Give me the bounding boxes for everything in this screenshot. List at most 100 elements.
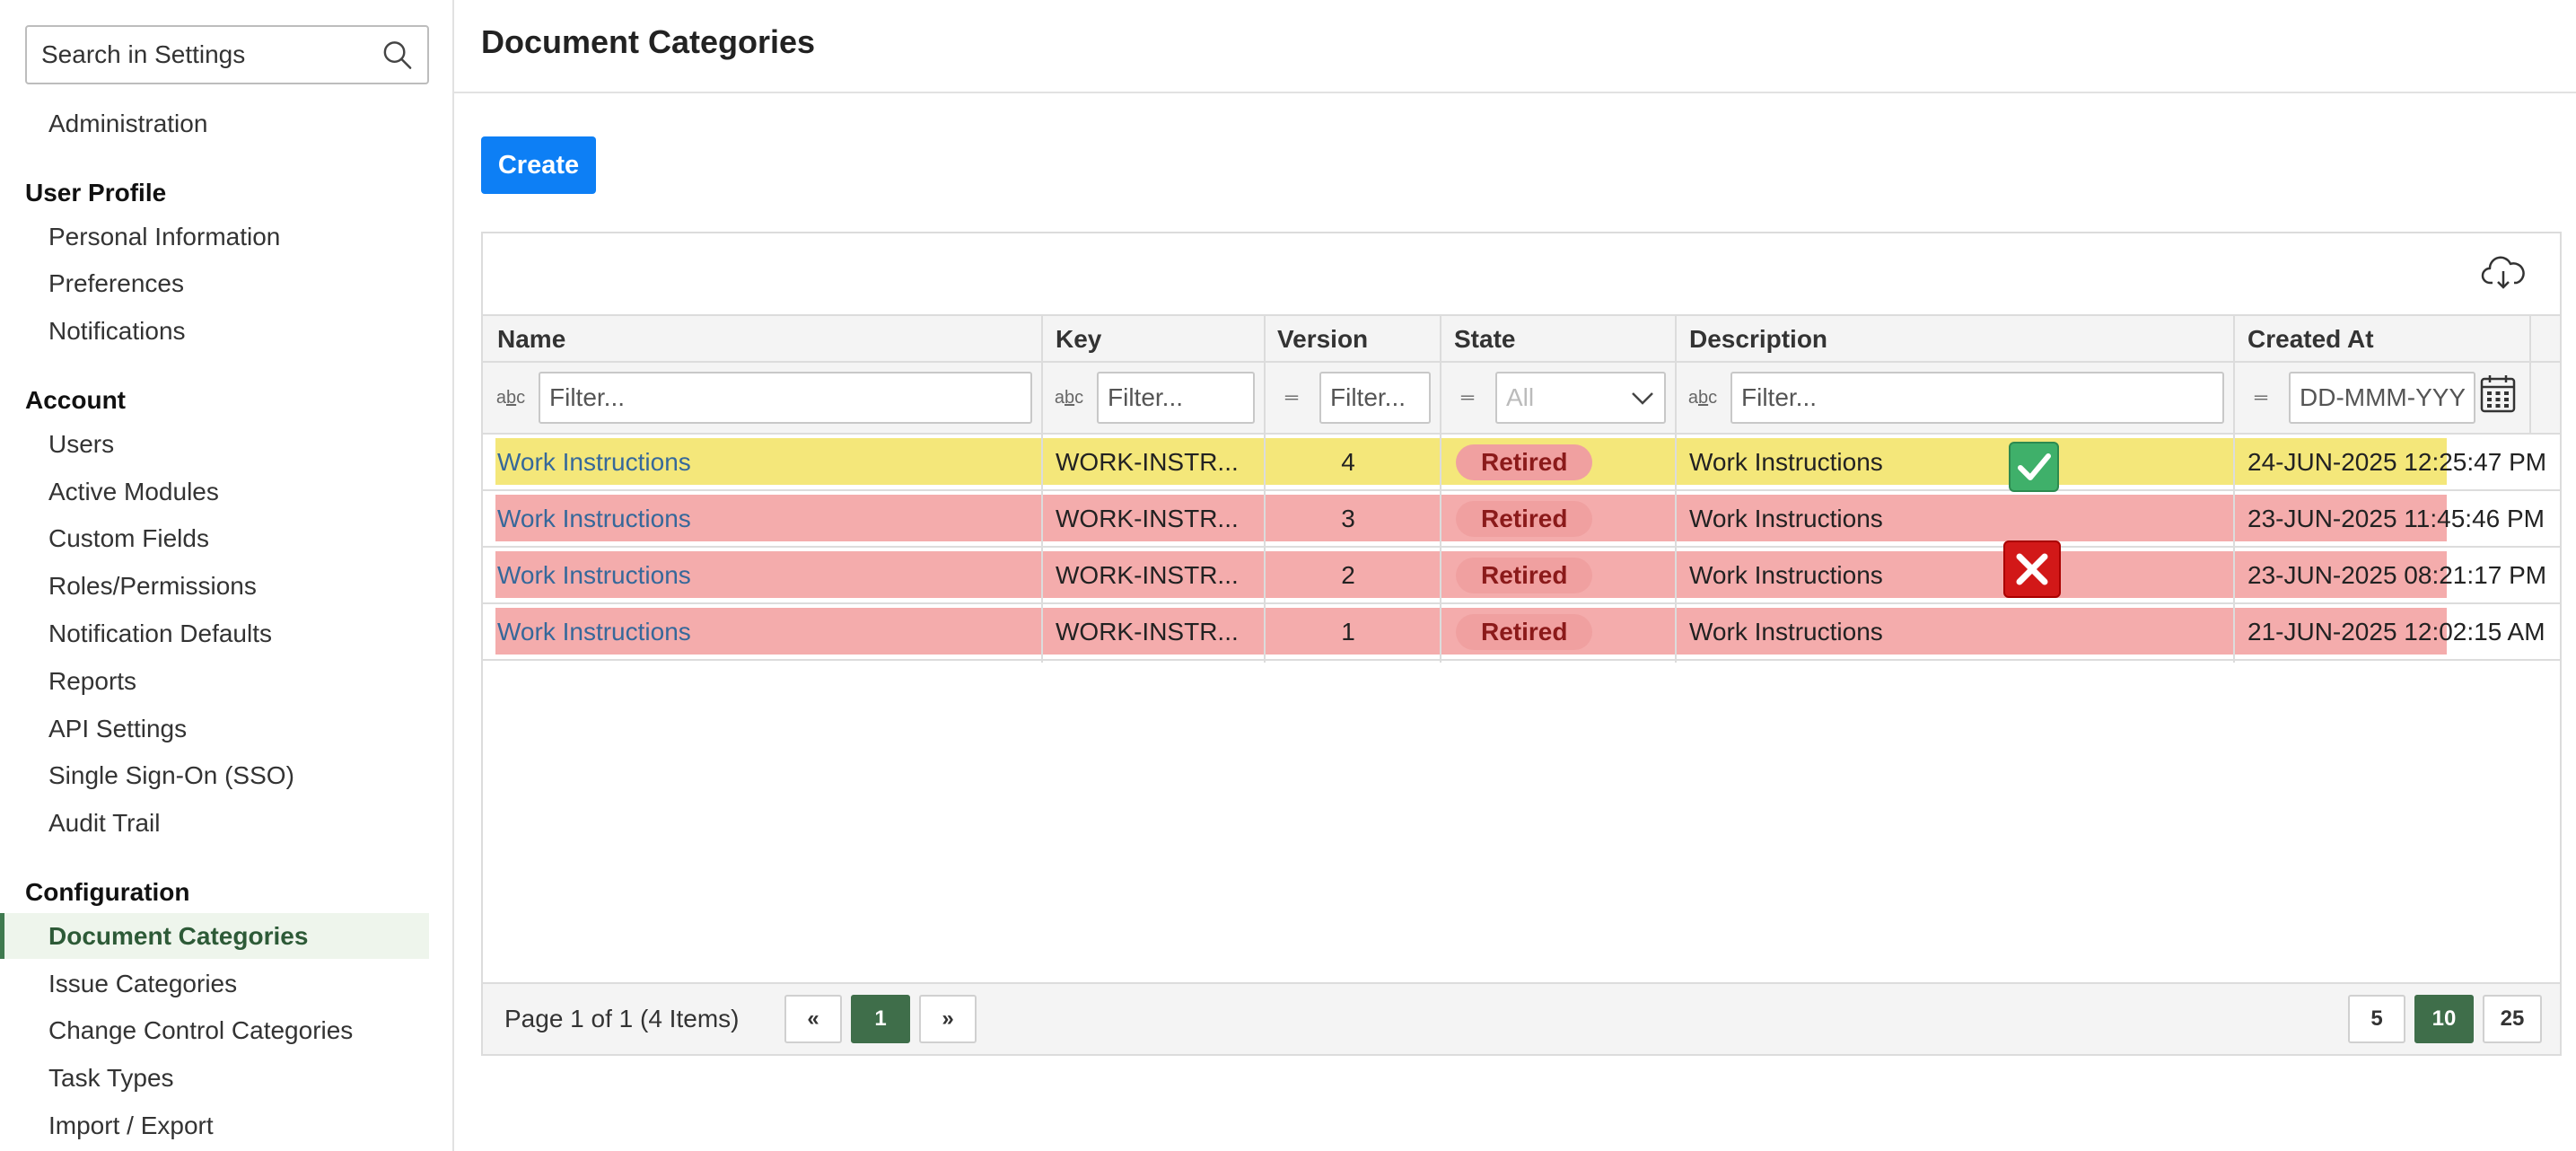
sidebar-item-audit-trail[interactable]: Audit Trail <box>48 801 161 846</box>
table-row[interactable]: Work Instructions WORK-INSTR... 2 Retire… <box>483 548 2560 604</box>
page-size-5-button[interactable]: 5 <box>2348 995 2405 1043</box>
row-key: WORK-INSTR... <box>1056 505 1239 532</box>
equals-filter-glyph: ═ <box>1284 387 1299 408</box>
text-filter-icon[interactable]: abc <box>495 382 526 413</box>
sidebar-section-user-profile: User Profile <box>25 179 167 206</box>
table-row[interactable]: Work Instructions WORK-INSTR... 3 Retire… <box>483 491 2560 548</box>
sidebar-item-issue-categories[interactable]: Issue Categories <box>48 962 237 1006</box>
sidebar-item-import-export[interactable]: Import / Export <box>48 1103 214 1148</box>
column-divider <box>1440 314 1441 663</box>
state-filter-value: All <box>1506 383 1535 411</box>
row-description: Work Instructions <box>1689 561 1883 589</box>
prev-page-button[interactable]: « <box>784 995 842 1043</box>
equals-filter-glyph: ═ <box>2254 387 2268 408</box>
column-header-description[interactable]: Description <box>1689 316 1827 363</box>
document-categories-table: Name Key Version State Description Creat… <box>481 232 2562 1056</box>
page-header: Document Categories <box>454 0 2576 93</box>
settings-search-box[interactable] <box>25 25 429 84</box>
row-key: WORK-INSTR... <box>1056 448 1239 476</box>
text-filter-glyph: abc <box>1054 387 1084 408</box>
page-title: Document Categories <box>481 23 816 60</box>
text-filter-glyph: abc <box>1687 387 1718 408</box>
row-description: Work Instructions <box>1689 618 1883 646</box>
sidebar-item-notification-defaults[interactable]: Notification Defaults <box>48 611 272 656</box>
sidebar-item-api-settings[interactable]: API Settings <box>48 707 187 751</box>
cross-mark-icon <box>2003 540 2061 598</box>
page-1-button[interactable]: 1 <box>851 995 910 1043</box>
table-row[interactable]: Work Instructions WORK-INSTR... 4 Retire… <box>483 435 2560 491</box>
sidebar-item-administration[interactable]: Administration <box>48 101 207 146</box>
check-mark-icon <box>2009 442 2059 492</box>
row-key: WORK-INSTR... <box>1056 561 1239 589</box>
row-name-link[interactable]: Work Instructions <box>497 604 1036 659</box>
search-icon[interactable] <box>380 37 415 73</box>
column-divider <box>2233 314 2235 663</box>
sidebar-item-roles-permissions[interactable]: Roles/Permissions <box>48 564 257 609</box>
equals-filter-glyph: ═ <box>1460 387 1475 408</box>
version-filter-input[interactable] <box>1319 372 1431 424</box>
column-header-version[interactable]: Version <box>1277 316 1368 363</box>
sidebar-item-change-control-categories[interactable]: Change Control Categories <box>48 1008 353 1053</box>
next-page-button[interactable]: » <box>919 995 977 1043</box>
state-badge: Retired <box>1456 614 1593 650</box>
description-filter-input[interactable] <box>1730 372 2224 424</box>
text-filter-glyph: abc <box>495 387 526 408</box>
cloud-download-icon[interactable] <box>2481 253 2526 293</box>
row-created-at: 21-JUN-2025 12:02:15 AM <box>2247 618 2545 646</box>
row-name-link[interactable]: Work Instructions <box>497 435 1036 489</box>
table-header-row: Name Key Version State Description Creat… <box>483 314 2560 363</box>
state-badge: Retired <box>1456 501 1593 537</box>
sidebar-item-notifications[interactable]: Notifications <box>48 309 186 354</box>
sidebar-item-task-types[interactable]: Task Types <box>48 1056 174 1101</box>
sidebar-item-document-categories[interactable]: Document Categories <box>48 914 308 959</box>
text-filter-icon[interactable]: abc <box>1687 382 1718 413</box>
table-row[interactable]: Work Instructions WORK-INSTR... 1 Retire… <box>483 604 2560 661</box>
sidebar-item-users[interactable]: Users <box>48 422 114 467</box>
sidebar-item-active-modules[interactable]: Active Modules <box>48 470 219 514</box>
text-filter-icon[interactable]: abc <box>1054 382 1084 413</box>
sidebar-item-reports[interactable]: Reports <box>48 659 136 704</box>
column-header-key[interactable]: Key <box>1056 316 1101 363</box>
row-version: 4 <box>1341 448 1355 476</box>
row-created-at: 24-JUN-2025 12:25:47 PM <box>2247 448 2547 476</box>
equals-filter-icon[interactable]: ═ <box>1276 382 1307 413</box>
row-created-at: 23-JUN-2025 11:45:46 PM <box>2247 505 2545 532</box>
page-size-10-button[interactable]: 10 <box>2414 995 2474 1043</box>
row-key: WORK-INSTR... <box>1056 618 1239 646</box>
row-version: 3 <box>1341 505 1355 532</box>
row-version: 1 <box>1341 618 1355 646</box>
calendar-icon[interactable] <box>2479 373 2517 415</box>
equals-filter-icon[interactable]: ═ <box>2246 382 2276 413</box>
page-size-25-button[interactable]: 25 <box>2483 995 2542 1043</box>
name-filter-input[interactable] <box>539 372 1032 424</box>
state-filter-select[interactable]: All <box>1495 372 1666 424</box>
state-badge: Retired <box>1456 444 1593 480</box>
sidebar-section-account: Account <box>25 386 126 414</box>
created-at-filter-input[interactable] <box>2289 372 2475 424</box>
sidebar-item-custom-fields[interactable]: Custom Fields <box>48 516 209 561</box>
pagination-info: Page 1 of 1 (4 Items) <box>504 1005 740 1032</box>
column-header-state[interactable]: State <box>1454 316 1515 363</box>
key-filter-input[interactable] <box>1097 372 1255 424</box>
column-divider <box>1264 314 1266 663</box>
settings-search-input[interactable] <box>27 27 380 83</box>
column-divider <box>1675 314 1677 663</box>
row-description: Work Instructions <box>1689 448 1883 476</box>
row-description: Work Instructions <box>1689 505 1883 532</box>
column-divider <box>2529 314 2531 435</box>
row-name-link[interactable]: Work Instructions <box>497 491 1036 546</box>
row-name-link[interactable]: Work Instructions <box>497 548 1036 602</box>
table-filter-row: abc abc ═ ═ All abc ═ <box>483 363 2560 435</box>
column-header-name[interactable]: Name <box>497 316 565 363</box>
data-grid: Name Key Version State Description Creat… <box>483 314 2560 892</box>
equals-filter-icon[interactable]: ═ <box>1452 382 1483 413</box>
sidebar-item-sso[interactable]: Single Sign-On (SSO) <box>48 753 294 798</box>
pagination-bar: Page 1 of 1 (4 Items) « 1 » 5 10 25 <box>483 982 2560 1054</box>
column-header-created-at[interactable]: Created At <box>2247 316 2374 363</box>
create-button[interactable]: Create <box>481 136 596 194</box>
row-created-at: 23-JUN-2025 08:21:17 PM <box>2247 561 2547 589</box>
row-version: 2 <box>1341 561 1355 589</box>
chevron-down-icon <box>1632 392 1653 405</box>
sidebar-item-personal-information[interactable]: Personal Information <box>48 215 280 259</box>
sidebar-item-preferences[interactable]: Preferences <box>48 261 184 306</box>
